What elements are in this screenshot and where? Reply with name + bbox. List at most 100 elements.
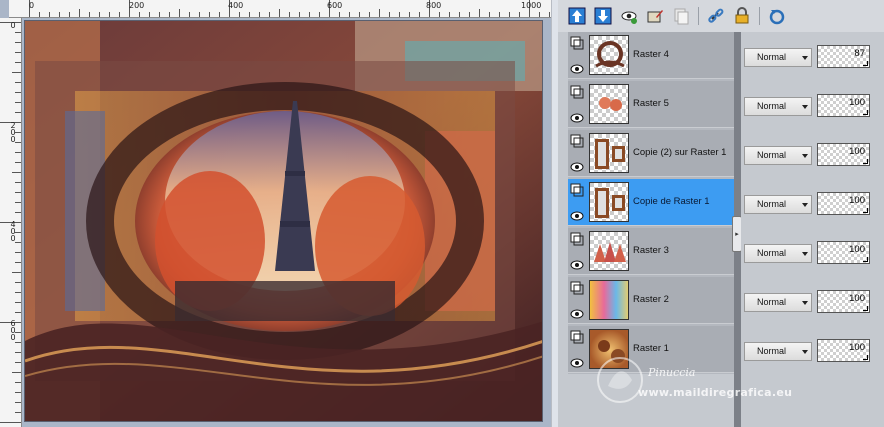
blend-mode-dropdown[interactable]: Normal (744, 97, 812, 116)
layer-group-icon[interactable] (570, 36, 584, 50)
chevron-down-icon (802, 154, 808, 158)
chevron-down-icon (802, 105, 808, 109)
layers-panel: Raster 4 Raster 5 Copie (2) sur Raster 1 Co… (558, 0, 884, 427)
ruler-label: 400 (228, 1, 244, 10)
opacity-field[interactable]: 100 (817, 143, 870, 166)
layer-properties-row: Normal 100 (741, 182, 884, 229)
layer-row[interactable]: Raster 3 (568, 228, 736, 275)
layer-toggle-icons (570, 330, 586, 382)
opacity-field[interactable]: 100 (817, 94, 870, 117)
layer-properties-row: Normal 100 (741, 280, 884, 327)
layer-row[interactable]: Raster 1 (568, 326, 736, 373)
eye-icon[interactable] (570, 160, 584, 174)
blend-mode-value: Normal (757, 346, 787, 356)
layer-name: Copie de Raster 1 (633, 196, 710, 207)
layer-thumbnail[interactable] (589, 182, 629, 222)
eye-icon[interactable] (570, 307, 584, 321)
visibility-icon[interactable] (618, 5, 640, 27)
panel-separator[interactable] (551, 0, 558, 427)
opacity-value: 100 (849, 146, 865, 157)
ruler-ticks (29, 0, 550, 17)
layer-name: Raster 1 (633, 343, 669, 354)
blend-mode-dropdown[interactable]: Normal (744, 48, 812, 67)
ruler-label: 200 (129, 1, 145, 10)
layer-row[interactable]: Copie (2) sur Raster 1 (568, 130, 736, 177)
layer-thumbnail[interactable] (589, 280, 629, 320)
opacity-value: 100 (849, 97, 865, 108)
layers-toolbar (558, 0, 884, 32)
opacity-field[interactable]: 100 (817, 290, 870, 313)
opacity-field[interactable]: 100 (817, 339, 870, 362)
layer-group-icon[interactable] (570, 134, 584, 148)
layer-thumbnail[interactable] (589, 35, 629, 75)
chevron-down-icon (802, 301, 808, 305)
layer-group-icon[interactable] (570, 281, 584, 295)
opacity-field[interactable]: 87 (817, 45, 870, 68)
opacity-value: 87 (854, 48, 865, 59)
toolbar-separator (759, 7, 760, 25)
duplicate-icon[interactable] (670, 5, 692, 27)
opacity-field[interactable]: 100 (817, 241, 870, 264)
layer-thumbnail[interactable] (589, 231, 629, 271)
eye-icon[interactable] (570, 209, 584, 223)
edit-layer-icon[interactable] (644, 5, 666, 27)
layer-group-icon[interactable] (570, 330, 584, 344)
link-icon[interactable] (705, 5, 727, 27)
opacity-value: 100 (849, 342, 865, 353)
layer-name: Raster 2 (633, 294, 669, 305)
chevron-down-icon (802, 252, 808, 256)
layer-name: Raster 5 (633, 98, 669, 109)
resize-corner-icon (863, 355, 868, 360)
layer-name: Raster 3 (633, 245, 669, 256)
eye-icon[interactable] (570, 62, 584, 76)
layer-name: Raster 4 (633, 49, 669, 60)
resize-corner-icon (863, 61, 868, 66)
blend-mode-dropdown[interactable]: Normal (744, 195, 812, 214)
opacity-value: 100 (849, 293, 865, 304)
eye-icon[interactable] (570, 356, 584, 370)
blend-mode-dropdown[interactable]: Normal (744, 342, 812, 361)
move-layer-down-icon[interactable] (592, 5, 614, 27)
chevron-down-icon (802, 350, 808, 354)
blend-mode-value: Normal (757, 52, 787, 62)
layer-properties-row: Normal 100 (741, 133, 884, 180)
ruler-label: 6 0 0 (10, 319, 16, 342)
layer-properties-row: Normal 87 (741, 35, 884, 82)
layer-thumbnail[interactable] (589, 133, 629, 173)
layer-group-icon[interactable] (570, 85, 584, 99)
resize-corner-icon (863, 208, 868, 213)
layer-row[interactable]: Raster 2 (568, 277, 736, 324)
image-canvas[interactable] (24, 20, 543, 422)
blend-mode-dropdown[interactable]: Normal (744, 146, 812, 165)
layer-row[interactable]: Copie de Raster 1 (568, 179, 736, 226)
vertical-ruler: 0 2 0 0 4 0 0 6 0 0 (0, 18, 22, 427)
ruler-label: 600 (327, 1, 343, 10)
blend-mode-dropdown[interactable]: Normal (744, 244, 812, 263)
layer-row[interactable]: Raster 5 (568, 81, 736, 128)
layer-thumbnail[interactable] (589, 329, 629, 369)
ruler-label: 4 0 0 (10, 220, 16, 243)
refresh-icon[interactable] (766, 5, 788, 27)
lock-icon[interactable] (731, 5, 753, 27)
artwork-image (25, 21, 542, 421)
resize-corner-icon (863, 306, 868, 311)
canvas-area: 0 200 400 600 800 1000 0 2 0 0 4 0 0 6 0… (0, 0, 551, 427)
layer-list: Raster 4 Raster 5 Copie (2) sur Raster 1 Co… (568, 32, 736, 374)
layer-row[interactable]: Raster 4 (568, 32, 736, 79)
eye-icon[interactable] (570, 111, 584, 125)
blend-mode-value: Normal (757, 199, 787, 209)
eye-icon[interactable] (570, 258, 584, 272)
ruler-label: 1000 (521, 1, 542, 10)
layer-group-icon[interactable] (570, 232, 584, 246)
opacity-field[interactable]: 100 (817, 192, 870, 215)
move-layer-up-icon[interactable] (566, 5, 588, 27)
opacity-value: 100 (849, 195, 865, 206)
layer-name: Copie (2) sur Raster 1 (633, 147, 727, 158)
resize-corner-icon (863, 159, 868, 164)
resize-corner-icon (863, 110, 868, 115)
blend-mode-value: Normal (757, 101, 787, 111)
blend-mode-dropdown[interactable]: Normal (744, 293, 812, 312)
layer-group-icon[interactable] (570, 183, 584, 197)
layer-thumbnail[interactable] (589, 84, 629, 124)
ruler-label: 800 (426, 1, 442, 10)
